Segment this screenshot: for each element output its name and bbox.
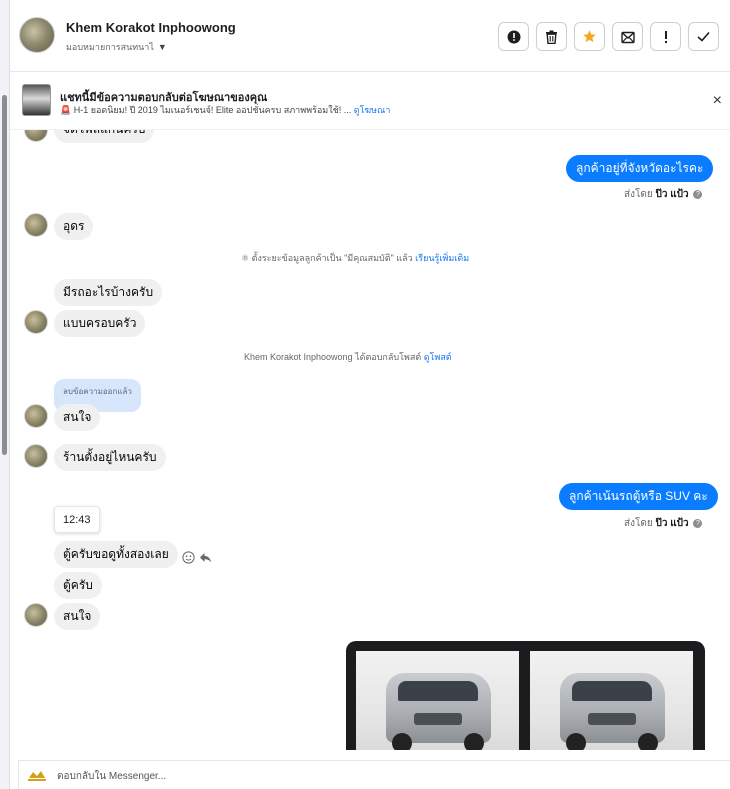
conversation-header: Khem Korakot Inphoowong มอบหมายการสนทนาไ… xyxy=(10,0,730,72)
flag-priority-icon xyxy=(664,30,667,43)
van-wheel xyxy=(566,733,586,750)
checkmark-icon xyxy=(697,31,710,42)
sent-by-label: ส่งโดย ป๊ว แป้ว ? xyxy=(624,187,703,202)
sent-by-prefix: ส่งโดย xyxy=(624,518,653,529)
delete-button[interactable] xyxy=(536,22,567,51)
header-actions xyxy=(498,22,719,51)
van-windshield xyxy=(398,681,478,701)
left-scroll-rail[interactable] xyxy=(0,0,10,789)
reply-notice-text: Khem Korakot Inphoowong ได้ตอบกลับโพสต์ xyxy=(244,352,422,362)
message-bubble-outgoing[interactable]: ลูกค้าเน้นรถตู้หรือ SUV คะ xyxy=(559,483,718,510)
messenger-reply-input[interactable] xyxy=(57,766,657,786)
scrollbar-thumb[interactable] xyxy=(2,95,7,455)
van-grille xyxy=(588,713,636,725)
help-icon[interactable]: ? xyxy=(693,518,703,528)
message-bubble-incoming[interactable]: ตู้ครับขอดูทั้งสองเลย xyxy=(54,541,178,568)
van-windshield xyxy=(572,681,652,701)
sent-by-prefix: ส่งโดย xyxy=(624,189,653,200)
avatar xyxy=(24,404,48,428)
van-photo[interactable] xyxy=(356,651,519,750)
ad-subtitle-text: 🚨 H-1 ยอดนิยม! ปี 2019 ไมเนอร์เชนจ์! Eli… xyxy=(60,105,352,115)
atom-icon: ⚛ xyxy=(241,253,250,263)
avatar xyxy=(24,130,48,142)
mark-unread-button[interactable] xyxy=(612,22,643,51)
message-bubble-incoming[interactable]: ร้านตั้งอยู่ไหนครับ xyxy=(54,444,166,471)
sender-name[interactable]: ป๊ว แป้ว xyxy=(656,189,689,200)
priority-button[interactable] xyxy=(650,22,681,51)
ad-subtitle: 🚨 H-1 ยอดนิยม! ปี 2019 ไมเนอร์เชนจ์! Eli… xyxy=(60,103,390,117)
reply-notice: Khem Korakot Inphoowong ได้ตอบกลับโพสต์ … xyxy=(244,350,452,364)
star-icon xyxy=(583,30,596,43)
user-name[interactable]: Khem Korakot Inphoowong xyxy=(66,20,236,35)
timestamp-tooltip: 12:43 xyxy=(54,506,100,533)
message-bubble-incoming[interactable]: ตู้ครับ xyxy=(54,572,102,599)
avatar xyxy=(24,603,48,627)
assign-conversation-dropdown[interactable]: มอบหมายการสนทนาไ ▼ xyxy=(66,40,167,54)
message-actions xyxy=(182,551,212,564)
page-logo-icon xyxy=(28,771,46,781)
photo-attachment-card[interactable] xyxy=(346,641,705,750)
star-button[interactable] xyxy=(574,22,605,51)
van-wheel xyxy=(464,733,484,750)
sent-by-label: ส่งโดย ป๊ว แป้ว ? xyxy=(624,516,703,531)
avatar xyxy=(24,213,48,237)
van-wheel xyxy=(638,733,658,750)
mark-done-button[interactable] xyxy=(688,22,719,51)
reply-icon[interactable] xyxy=(199,552,212,564)
learn-more-link[interactable]: เรียนรู้เพิ่มเติม xyxy=(415,253,469,263)
message-bubble-incoming[interactable]: สนใจ xyxy=(54,404,101,431)
avatar xyxy=(24,310,48,334)
message-bubble-incoming[interactable]: จัดโฟลแกนครับ xyxy=(54,130,155,143)
message-bubble-incoming[interactable]: แบบครอบครัว xyxy=(54,310,146,337)
close-icon[interactable]: × xyxy=(713,92,722,110)
ad-thumbnail[interactable] xyxy=(22,84,51,116)
view-ad-link[interactable]: ดูโฆษณา xyxy=(354,105,391,115)
van-wheel xyxy=(392,733,412,750)
message-bubble-incoming[interactable]: มีรถอะไรบ้างครับ xyxy=(54,279,163,306)
van-grille xyxy=(414,713,462,725)
system-notice-text: ตั้งระยะข้อมูลลูกค้าเป็น "มีคุณสมบัติ" แ… xyxy=(251,253,413,263)
report-spam-icon xyxy=(507,30,520,43)
message-bubble-outgoing[interactable]: ลูกค้าอยู่ที่จังหวัดอะไรคะ xyxy=(566,155,714,182)
help-icon[interactable]: ? xyxy=(693,189,703,199)
message-bubble-incoming[interactable]: สนใจ xyxy=(54,603,101,630)
avatar xyxy=(24,444,48,468)
message-bubble-incoming[interactable]: อุดร xyxy=(54,213,94,240)
emoji-react-icon[interactable] xyxy=(182,551,195,564)
trash-icon xyxy=(546,30,557,44)
avatar[interactable] xyxy=(19,17,55,53)
system-notice: ⚛ ตั้งระยะข้อมูลลูกค้าเป็น "มีคุณสมบัติ"… xyxy=(241,251,469,265)
report-spam-button[interactable] xyxy=(498,22,529,51)
ad-reply-banner: แชทนี้มีข้อความตอบกลับต่อโฆษณาของคุณ 🚨 H… xyxy=(10,72,730,130)
van-photo[interactable] xyxy=(530,651,693,750)
view-post-link[interactable]: ดูโพสต์ xyxy=(424,352,452,362)
message-thread[interactable]: จัดโฟลแกนครับ ลูกค้าอยู่ที่จังหวัดอะไรคะ… xyxy=(10,130,730,750)
sender-name[interactable]: ป๊ว แป้ว xyxy=(656,518,689,529)
reply-composer xyxy=(18,760,730,789)
assign-label: มอบหมายการสนทนาไ xyxy=(66,42,154,52)
caret-down-icon: ▼ xyxy=(157,42,167,52)
mark-unread-icon xyxy=(620,31,635,43)
